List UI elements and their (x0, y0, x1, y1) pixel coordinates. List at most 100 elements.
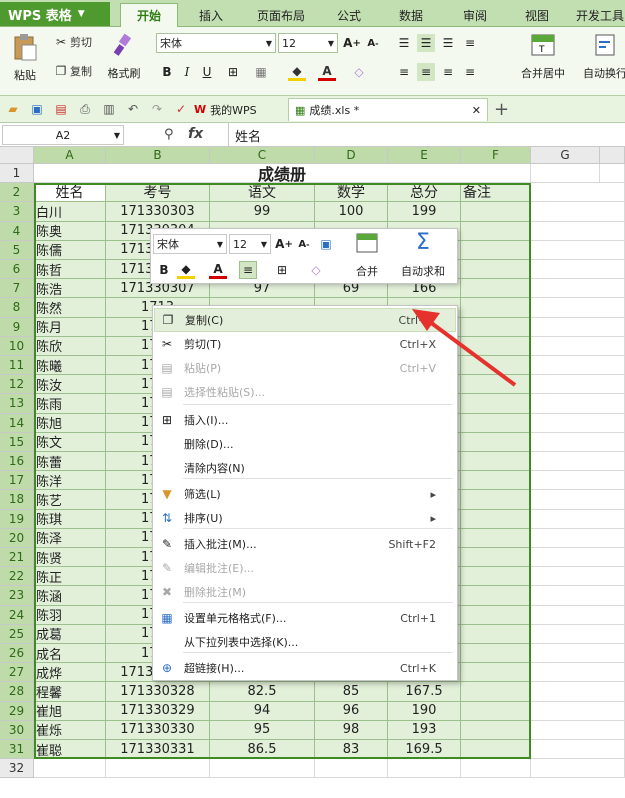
table-cell[interactable] (531, 663, 625, 683)
tab-data[interactable]: 数据 (388, 3, 434, 27)
tab-my-wps[interactable]: W 我的WPS (188, 98, 263, 121)
row-header[interactable]: 29 (0, 701, 34, 721)
table-cell[interactable] (34, 759, 106, 779)
row-header[interactable]: 21 (0, 548, 34, 568)
redo-icon[interactable]: ↷ (148, 100, 166, 118)
table-cell[interactable]: 85 (315, 682, 388, 702)
column-header-d[interactable]: D (315, 147, 388, 164)
table-cell[interactable] (531, 394, 625, 414)
table-cell[interactable]: 白川 (34, 202, 106, 222)
table-cell[interactable] (461, 202, 531, 222)
row-header[interactable]: 20 (0, 528, 34, 548)
row-header[interactable]: 15 (0, 432, 34, 452)
table-cell[interactable]: 陈正 (34, 567, 106, 587)
menu-item[interactable]: 从下拉列表中选择(K)... (154, 630, 456, 654)
table-cell[interactable] (461, 682, 531, 702)
menu-item[interactable]: ▼ 筛选(L) ▸ (154, 482, 456, 506)
table-cell[interactable]: 陈文 (34, 432, 106, 452)
tab-home[interactable]: 开始 (120, 3, 178, 27)
table-cell[interactable]: 169.5 (388, 740, 461, 760)
align-bottom-icon[interactable]: ☰ (439, 34, 457, 52)
table-cell[interactable] (210, 759, 315, 779)
autosum-button[interactable]: Σ 自动求和 (391, 231, 455, 283)
font-color-icon[interactable]: A (209, 261, 227, 279)
menu-item[interactable]: ✖ 删除批注(M) (154, 580, 456, 604)
align-center-icon[interactable]: ≡ (239, 261, 257, 279)
table-cell[interactable]: 陈曦 (34, 356, 106, 376)
table-cell[interactable]: 陈蕾 (34, 452, 106, 472)
table-cell[interactable]: 171330328 (106, 682, 210, 702)
cut-button[interactable]: ✂ 剪切 (52, 33, 92, 51)
menu-item[interactable]: 清除内容(N) (154, 456, 456, 480)
bold-icon[interactable]: B (158, 63, 176, 81)
table-cell[interactable]: 98 (315, 720, 388, 740)
header-cell[interactable]: 语文 (210, 183, 315, 203)
table-cell[interactable] (531, 471, 625, 491)
title-cell[interactable]: 成绩册 (34, 164, 531, 184)
table-cell[interactable] (461, 567, 531, 587)
folder-icon[interactable]: ▰ (4, 100, 22, 118)
align-top-icon[interactable]: ☰ (395, 34, 413, 52)
row-header[interactable]: 18 (0, 490, 34, 510)
table-cell[interactable] (531, 720, 625, 740)
column-header-g[interactable]: G (531, 147, 600, 164)
header-cell[interactable]: 总分 (388, 183, 461, 203)
table-cell[interactable]: 陈然 (34, 298, 106, 318)
table-cell[interactable]: 193 (388, 720, 461, 740)
table-cell[interactable] (461, 644, 531, 664)
row-header[interactable]: 9 (0, 317, 34, 337)
italic-icon[interactable]: I (178, 63, 196, 81)
row-header[interactable]: 27 (0, 663, 34, 683)
menu-item[interactable]: ⊕ 超链接(H)... Ctrl+K (154, 656, 456, 680)
align-left-icon[interactable]: ≡ (395, 63, 413, 81)
clear-format-icon[interactable]: ◇ (350, 63, 368, 81)
table-cell[interactable] (461, 624, 531, 644)
tab-developer[interactable]: 开发工具 (576, 3, 625, 27)
column-header-e[interactable]: E (388, 147, 461, 164)
table-cell[interactable] (531, 356, 625, 376)
undo-icon[interactable]: ↶ (124, 100, 142, 118)
font-size-select[interactable]: 12 ▼ (278, 33, 338, 53)
table-cell[interactable]: 82.5 (210, 682, 315, 702)
table-cell[interactable]: 陈洋 (34, 471, 106, 491)
table-cell[interactable]: 成名 (34, 644, 106, 664)
cell[interactable] (600, 164, 625, 184)
increase-font-icon[interactable]: A + (275, 235, 293, 253)
table-cell[interactable] (531, 509, 625, 529)
row-header[interactable]: 31 (0, 740, 34, 760)
table-cell[interactable]: 崔聪 (34, 740, 106, 760)
table-cell[interactable]: 成烨 (34, 663, 106, 683)
table-cell[interactable]: 86.5 (210, 740, 315, 760)
table-cell[interactable] (461, 759, 531, 779)
tab-file[interactable]: ▦ 成绩.xls * ✕ (288, 98, 488, 121)
table-cell[interactable]: 陈泽 (34, 528, 106, 548)
tab-formulas[interactable]: 公式 (326, 3, 372, 27)
table-cell[interactable] (461, 586, 531, 606)
table-cell[interactable] (461, 740, 531, 760)
table-cell[interactable] (531, 759, 625, 779)
menu-item[interactable]: ✎ 编辑批注(E)... (154, 556, 456, 580)
table-cell[interactable]: 陈月 (34, 317, 106, 337)
header-cell[interactable]: 考号 (106, 183, 210, 203)
row-header[interactable]: 26 (0, 644, 34, 664)
table-cell[interactable]: 陈贤 (34, 548, 106, 568)
formula-input[interactable]: 姓名 (228, 123, 625, 147)
fill-pattern-icon[interactable]: ▦ (252, 63, 270, 81)
table-cell[interactable] (461, 720, 531, 740)
underline-icon[interactable]: U (198, 63, 216, 81)
close-icon[interactable]: ✕ (472, 104, 481, 117)
menu-item[interactable]: ✎ 插入批注(M)... Shift+F2 (154, 532, 456, 556)
table-cell[interactable] (461, 663, 531, 683)
table-cell[interactable] (531, 413, 625, 433)
column-header-b[interactable]: B (106, 147, 210, 164)
bold-icon[interactable]: B (155, 261, 173, 279)
select-all-corner[interactable] (0, 147, 34, 164)
decrease-font-icon[interactable]: A- (295, 235, 313, 253)
table-cell[interactable]: 程馨 (34, 682, 106, 702)
align-right-icon[interactable]: ≡ (439, 63, 457, 81)
table-cell[interactable]: 171330330 (106, 720, 210, 740)
table-cell[interactable]: 陈艺 (34, 490, 106, 510)
row-header[interactable]: 13 (0, 394, 34, 414)
table-cell[interactable] (531, 605, 625, 625)
column-header-f[interactable]: F (461, 147, 531, 164)
